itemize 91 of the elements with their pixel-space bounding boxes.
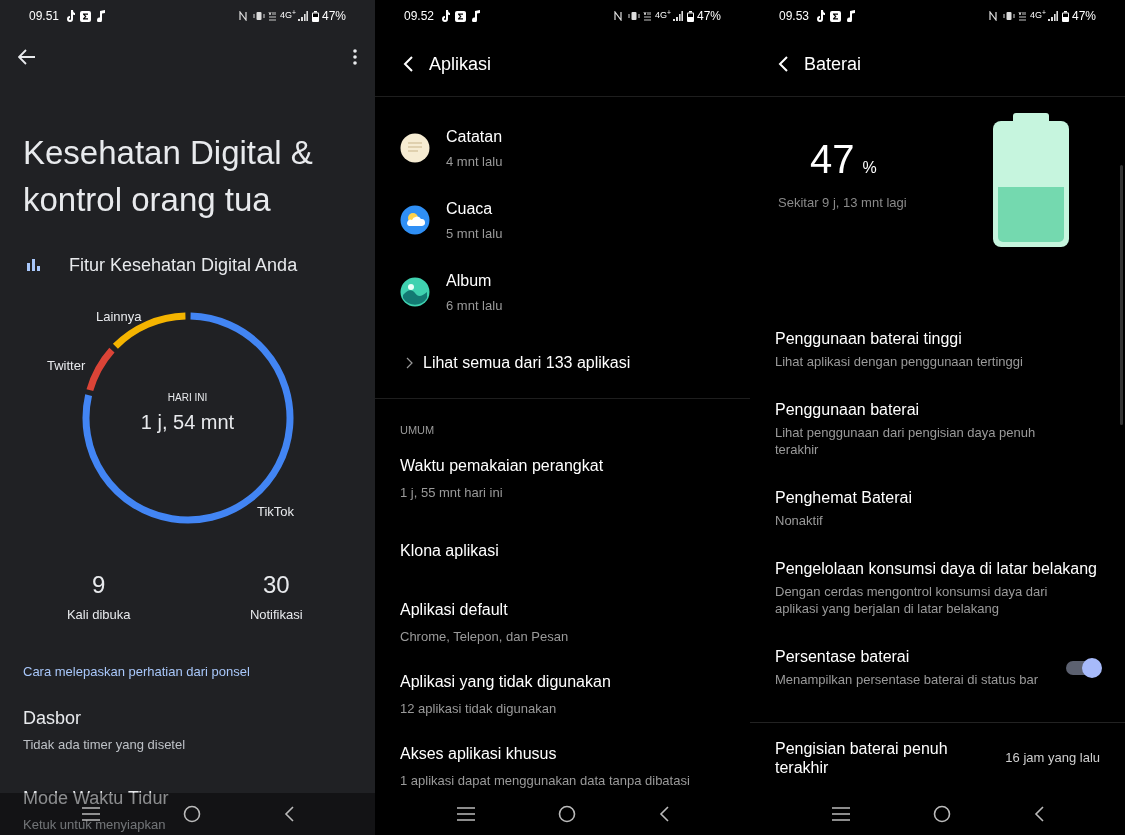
screen-title: Aplikasi bbox=[429, 52, 492, 76]
ring-total: 1 j, 54 mnt bbox=[140, 410, 235, 435]
page-title: Kesehatan Digital & kontrol orang tua bbox=[22, 133, 314, 220]
screen-title: Baterai bbox=[804, 52, 862, 76]
nfc-icon bbox=[239, 11, 247, 21]
chevron-icon bbox=[406, 357, 413, 369]
section-title: Fitur Kesehatan Digital Anda bbox=[69, 253, 298, 277]
help-link[interactable]: Cara melepaskan perhatian dari ponsel bbox=[0, 661, 375, 681]
stat-value: 30 bbox=[262, 570, 290, 600]
sigma-icon bbox=[455, 10, 467, 22]
battery-percent: 47% bbox=[321, 8, 346, 25]
note-app-icon bbox=[65, 10, 76, 22]
app-row[interactable]: Album 6 mnt lalu bbox=[375, 256, 750, 328]
ring-caption: HARI INI bbox=[167, 391, 208, 405]
vibrate-icon bbox=[628, 11, 640, 21]
settings-item[interactable]: Dasbor Tidak ada timer yang disetel bbox=[0, 705, 375, 755]
ring-label: Lainnya bbox=[96, 308, 142, 326]
network-type: 4G$^{+}$ bbox=[1030, 9, 1046, 23]
percent-sign: % bbox=[862, 158, 877, 178]
network-type: 4G$^{+}$ bbox=[280, 9, 296, 23]
app-last-used: 5 mnt lalu bbox=[446, 224, 503, 243]
home-icon bbox=[932, 805, 951, 823]
notes-app-icon bbox=[400, 133, 430, 163]
ring-label: Twitter bbox=[47, 357, 86, 375]
battery-percent: 47% bbox=[1071, 8, 1096, 25]
toggle-switch[interactable] bbox=[1066, 660, 1100, 675]
menu-icon bbox=[456, 807, 475, 821]
status-time: 09.51 bbox=[29, 8, 60, 25]
app-name: Cuaca bbox=[446, 198, 494, 219]
app-last-used: 4 mnt lalu bbox=[446, 152, 503, 171]
settings-item[interactable]: Pengelolaan konsumsi daya di latar belakang Dengan cerdas mengontrol konsumsi daya dari aplikasi yang berjalan di latar belakang bbox=[750, 559, 1125, 647]
vibrate-icon bbox=[1003, 11, 1015, 21]
battery-icon bbox=[686, 10, 694, 22]
ring-label: TikTok bbox=[257, 503, 295, 521]
settings-item[interactable]: Pengisian baterai penuh terakhir 16 jam yang lalu bbox=[750, 722, 1125, 777]
bar-chart-icon bbox=[27, 259, 41, 271]
settings-item[interactable]: Klona aplikasi bbox=[375, 514, 750, 587]
volte-icon bbox=[268, 11, 277, 21]
music-note-icon bbox=[471, 10, 481, 22]
settings-item[interactable]: Mode Waktu Tidur Ketuk untuk menyiapkan bbox=[0, 784, 375, 834]
status-time: 09.52 bbox=[404, 8, 435, 25]
app-row[interactable]: Cuaca 5 mnt lalu bbox=[375, 184, 750, 256]
back-button[interactable] bbox=[18, 49, 36, 65]
note-app-icon bbox=[440, 10, 451, 22]
more-options-button[interactable] bbox=[353, 49, 357, 65]
settings-item[interactable]: Penghemat Baterai Nonaktif bbox=[750, 488, 1125, 559]
settings-item[interactable]: Akses aplikasi khusus 1 aplikasi dapat menggunakan data tanpa dibatasi bbox=[375, 730, 750, 803]
music-note-icon bbox=[846, 10, 856, 22]
home-icon bbox=[557, 805, 576, 823]
settings-item[interactable]: Persentase baterai Menampilkan persentase baterai di status bar bbox=[750, 647, 1125, 718]
nfc-icon bbox=[989, 11, 997, 21]
music-note-icon bbox=[96, 10, 106, 22]
app-last-used: 6 mnt lalu bbox=[446, 296, 503, 315]
settings-item[interactable]: Penggunaan baterai tinggi Lihat aplikasi dengan penggunaan tertinggi bbox=[750, 329, 1125, 400]
back-icon bbox=[658, 806, 669, 822]
signal-icon bbox=[1047, 11, 1058, 21]
album-app-icon bbox=[400, 277, 430, 307]
battery-percent: 47% bbox=[696, 8, 721, 25]
settings-item[interactable]: Waktu pemakaian perangkat 1 j, 55 mnt hari ini bbox=[375, 442, 750, 515]
back-icon bbox=[283, 806, 294, 822]
battery-percentage: 47 bbox=[810, 137, 855, 181]
volte-icon bbox=[1018, 11, 1027, 21]
stat-label: Notifikasi bbox=[249, 606, 303, 624]
menu-icon bbox=[831, 807, 850, 821]
see-all-button[interactable]: Lihat semua dari 133 aplikasi bbox=[375, 338, 750, 388]
weather-app-icon bbox=[400, 205, 430, 235]
stat-value: 9 bbox=[92, 570, 106, 600]
battery-icon bbox=[311, 10, 319, 22]
vibrate-icon bbox=[253, 11, 265, 21]
sigma-icon bbox=[830, 10, 842, 22]
back-icon bbox=[1033, 806, 1044, 822]
status-time: 09.53 bbox=[779, 8, 810, 25]
time-remaining: Sekitar 9 j, 13 mnt lagi bbox=[778, 194, 908, 212]
note-app-icon bbox=[815, 10, 826, 22]
sigma-icon bbox=[80, 10, 92, 22]
menu-icon bbox=[81, 807, 100, 821]
stat-label: Kali dibuka bbox=[66, 606, 131, 624]
app-name: Album bbox=[446, 270, 493, 291]
battery-icon bbox=[1061, 10, 1069, 22]
section-label: UMUM bbox=[399, 423, 436, 438]
home-icon bbox=[182, 805, 201, 823]
settings-item[interactable]: Penggunaan baterai Lihat penggunaan dari pengisian daya penuh terakhir bbox=[750, 400, 1125, 488]
nfc-icon bbox=[614, 11, 622, 21]
volte-icon bbox=[643, 11, 652, 21]
settings-item[interactable]: Aplikasi default Chrome, Telepon, dan Pesan bbox=[375, 586, 750, 659]
app-name: Catatan bbox=[446, 126, 503, 147]
signal-icon bbox=[672, 11, 683, 21]
signal-icon bbox=[297, 11, 308, 21]
app-row[interactable]: Catatan 4 mnt lalu bbox=[375, 112, 750, 184]
settings-item[interactable]: Aplikasi yang tidak digunakan 12 aplikasi tidak digunakan bbox=[375, 658, 750, 731]
network-type: 4G$^{+}$ bbox=[655, 9, 671, 23]
